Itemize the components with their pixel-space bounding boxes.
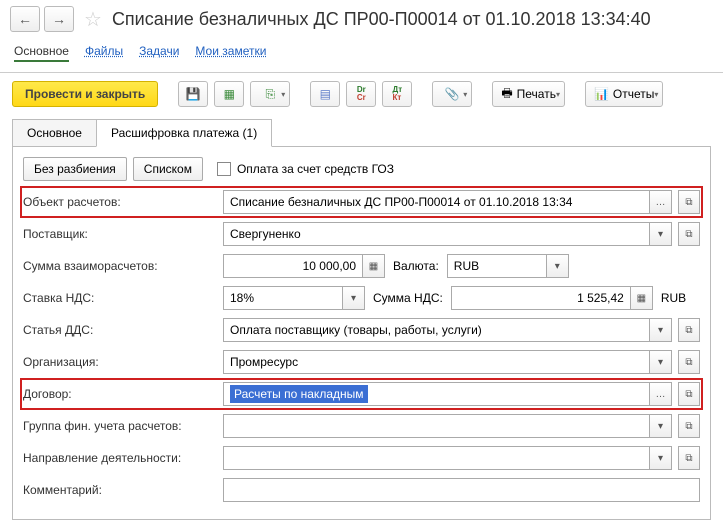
object-input[interactable] <box>223 190 650 214</box>
group-input[interactable] <box>223 414 650 438</box>
subtab-main[interactable]: Основное <box>12 119 97 147</box>
goz-label: Оплата за счет средств ГОЗ <box>237 162 394 176</box>
subtab-details[interactable]: Расшифровка платежа (1) <box>96 119 272 147</box>
org-input[interactable] <box>223 350 650 374</box>
group-open[interactable]: ⧉ <box>678 414 700 438</box>
supplier-open[interactable]: ⧉ <box>678 222 700 246</box>
create-based-button[interactable]: ⎘ <box>250 81 290 107</box>
label-contract: Договор: <box>23 387 223 401</box>
attach-button[interactable]: 📎 <box>432 81 472 107</box>
supplier-dropdown[interactable]: ▾ <box>650 222 672 246</box>
clip-icon: 📎 <box>445 87 460 101</box>
dtkt-icon: ДтКт <box>393 86 403 102</box>
copy-icon: ⎘ <box>266 87 276 102</box>
tab-files[interactable]: Файлы <box>85 42 123 62</box>
chart-icon: 📊 <box>594 87 609 101</box>
vat-currency: RUB <box>653 286 694 310</box>
org-dropdown[interactable]: ▾ <box>650 350 672 374</box>
vatsum-calc[interactable]: ▦ <box>631 286 653 310</box>
drkt-icon: DrCr <box>357 86 366 102</box>
label-direction: Направление деятельности: <box>23 451 223 465</box>
post-icon: ▦ <box>224 87 235 101</box>
dds-open[interactable]: ⧉ <box>678 318 700 342</box>
label-vatrate: Ставка НДС: <box>23 291 223 305</box>
sum-calc[interactable]: ▦ <box>363 254 385 278</box>
print-button[interactable]: 🖶Печать <box>492 81 565 107</box>
comment-input[interactable] <box>223 478 700 502</box>
back-button[interactable]: ← <box>10 6 40 32</box>
contract-open[interactable]: ⧉ <box>678 382 700 406</box>
direction-dropdown[interactable]: ▾ <box>650 446 672 470</box>
vatrate-input[interactable] <box>223 286 343 310</box>
vatsum-input[interactable] <box>451 286 631 310</box>
favorite-icon[interactable]: ☆ <box>84 7 102 32</box>
post-button[interactable]: ▦ <box>214 81 244 107</box>
direction-open[interactable]: ⧉ <box>678 446 700 470</box>
dds-input[interactable] <box>223 318 650 342</box>
label-supplier: Поставщик: <box>23 227 223 241</box>
dtkt-button[interactable]: ДтКт <box>382 81 412 107</box>
post-and-close-button[interactable]: Провести и закрыть <box>12 81 158 107</box>
label-org: Организация: <box>23 355 223 369</box>
object-open[interactable]: ⧉ <box>678 190 700 214</box>
contract-select[interactable]: … <box>650 382 672 406</box>
forward-button[interactable]: → <box>44 6 74 32</box>
list-mode-button[interactable]: Списком <box>133 157 203 181</box>
tab-notes[interactable]: Мои заметки <box>195 42 266 62</box>
page-title: Списание безналичных ДС ПР00-П00014 от 0… <box>112 9 651 30</box>
tab-main[interactable]: Основное <box>14 42 69 62</box>
label-dds: Статья ДДС: <box>23 323 223 337</box>
reports-button[interactable]: 📊Отчеты <box>585 81 663 107</box>
save-button[interactable]: 💾 <box>178 81 208 107</box>
dds-dropdown[interactable]: ▾ <box>650 318 672 342</box>
label-comment: Комментарий: <box>23 483 223 497</box>
no-split-button[interactable]: Без разбиения <box>23 157 127 181</box>
list-button[interactable]: ▤ <box>310 81 340 107</box>
tab-tasks[interactable]: Задачи <box>139 42 179 62</box>
label-group: Группа фин. учета расчетов: <box>23 419 223 433</box>
goz-checkbox[interactable] <box>217 162 231 176</box>
save-icon: 💾 <box>186 87 201 101</box>
label-sum: Сумма взаиморасчетов: <box>23 259 223 273</box>
org-open[interactable]: ⧉ <box>678 350 700 374</box>
label-object: Объект расчетов: <box>23 195 223 209</box>
currency-input[interactable] <box>447 254 547 278</box>
object-select[interactable]: … <box>650 190 672 214</box>
sum-input[interactable] <box>223 254 363 278</box>
list-icon: ▤ <box>320 87 331 101</box>
currency-dropdown[interactable]: ▾ <box>547 254 569 278</box>
group-dropdown[interactable]: ▾ <box>650 414 672 438</box>
label-vatsum: Сумма НДС: <box>365 286 451 310</box>
label-currency: Валюта: <box>385 254 447 278</box>
contract-input[interactable]: Расчеты по накладным <box>223 382 650 406</box>
supplier-input[interactable] <box>223 222 650 246</box>
drkt-button[interactable]: DrCr <box>346 81 376 107</box>
print-icon: 🖶 <box>501 84 512 105</box>
vatrate-dropdown[interactable]: ▾ <box>343 286 365 310</box>
direction-input[interactable] <box>223 446 650 470</box>
